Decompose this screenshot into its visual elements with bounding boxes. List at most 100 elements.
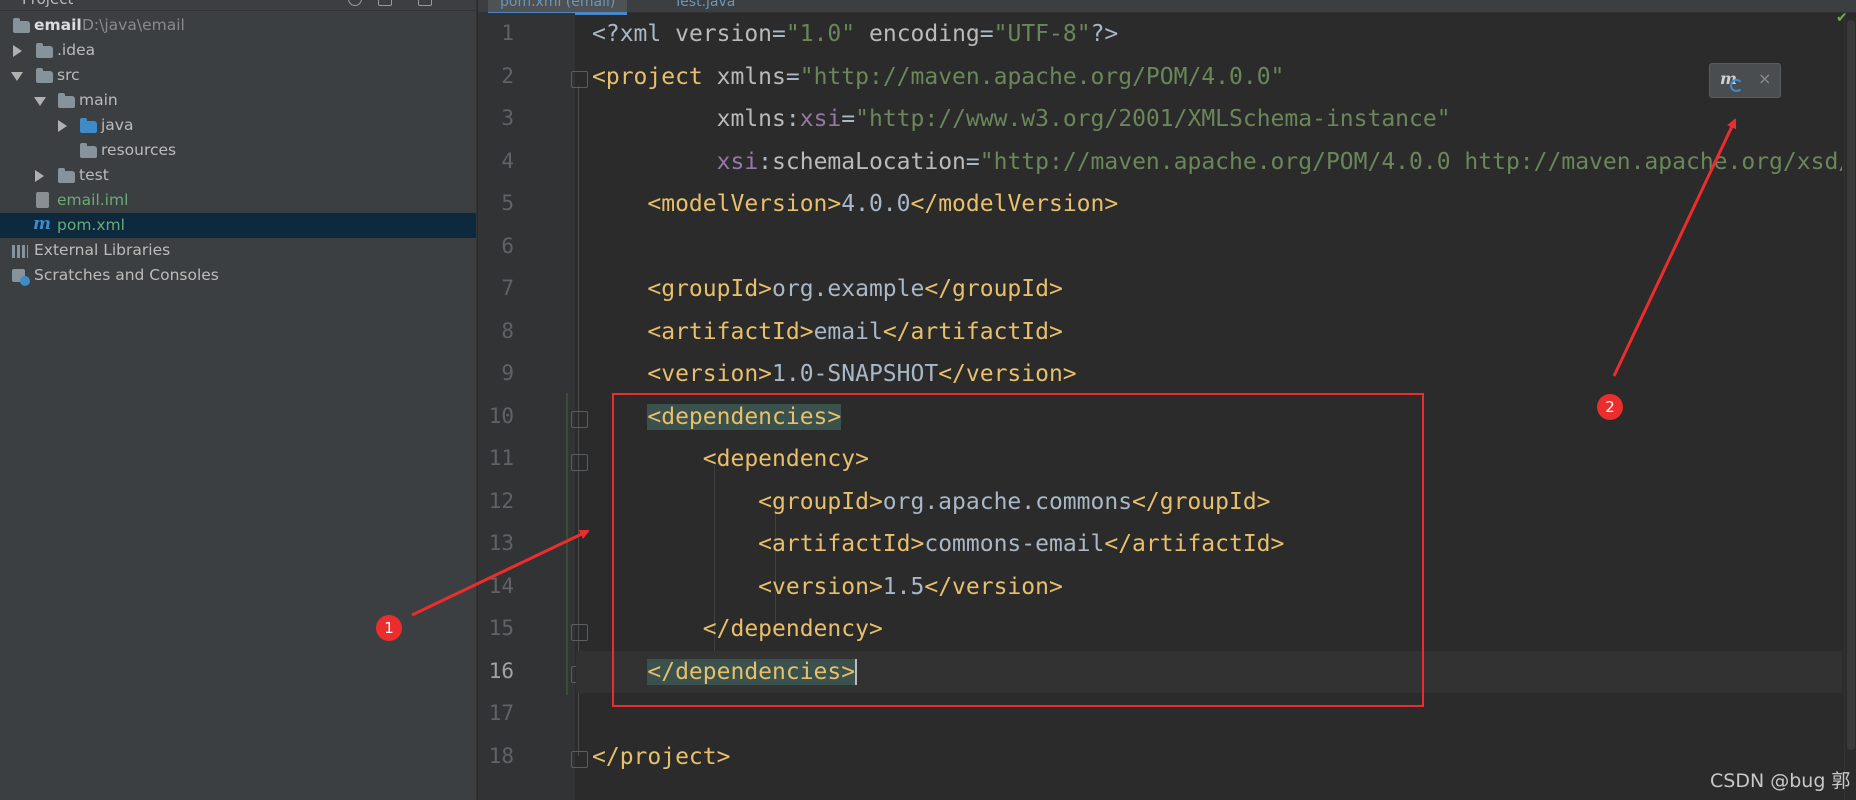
line-number: 7 [501, 276, 514, 300]
settings-icon[interactable] [418, 0, 432, 6]
code-token: email [813, 318, 883, 345]
collapse-arrow-icon[interactable] [34, 97, 46, 106]
line-number: 12 [488, 488, 514, 513]
code-token: <project [592, 63, 717, 90]
code-token: = [979, 21, 994, 47]
code-token: 4.0.0 [841, 191, 911, 217]
line-number: 8 [501, 318, 514, 343]
expand-arrow-icon[interactable] [58, 120, 67, 132]
folder-icon [58, 168, 75, 183]
line-number: 11 [488, 446, 514, 470]
tree-item-external-libraries[interactable]: External Libraries [0, 238, 476, 263]
code-line[interactable]: <version>1.0-SNAPSHOT</version> [576, 353, 1842, 395]
tree-item-email-module[interactable]: email D:\java\email [0, 13, 476, 38]
inspection-ok-icon[interactable]: ✔ [1836, 10, 1848, 26]
code-line[interactable] [576, 226, 1842, 268]
code-token: xmlns [716, 106, 786, 132]
maven-file-icon: m [33, 214, 51, 234]
maven-reload-icon[interactable]: m [1720, 69, 1743, 92]
code-line[interactable]: xsi:schemaLocation="http://maven.apache.… [576, 141, 1842, 183]
watermark: CSDN @bug 郭 [1710, 770, 1851, 792]
project-panel-title: Project [22, 0, 73, 8]
code-token: "http://maven.apache.org/POM/4.0.0 http:… [979, 148, 1842, 175]
expand-arrow-icon[interactable] [13, 45, 22, 57]
line-number: 5 [501, 191, 514, 215]
code-token: <?xml [592, 21, 676, 47]
tab-label: Test.java [674, 0, 736, 10]
code-token: 1.0-SNAPSHOT [772, 361, 939, 387]
tree-item-pom-xml[interactable]: m pom.xml [0, 213, 476, 238]
code-token: xsi [799, 106, 842, 132]
code-token: </version> [938, 361, 1077, 387]
tree-item-idea[interactable]: .idea [0, 38, 476, 63]
line-number: 13 [488, 531, 514, 555]
tree-item-java[interactable]: java [0, 113, 476, 138]
code-token: "http://maven.apache.org/POM/4.0.0" [799, 63, 1285, 90]
collapse-arrow-icon[interactable] [11, 72, 23, 81]
annotation-badge-1: 1 [376, 615, 402, 641]
iml-file-icon [36, 192, 49, 208]
code-token: <modelVersion> [647, 191, 842, 217]
code-token: : [785, 106, 800, 132]
code-token: = [841, 106, 856, 132]
editor-tab-bar: pom.xml (email) Test.java [478, 0, 1856, 15]
clock-icon [20, 276, 30, 286]
project-panel-header: Project [0, 0, 476, 11]
expand-arrow-icon[interactable] [35, 170, 44, 182]
code-token: = [772, 21, 786, 47]
code-token: </modelVersion> [910, 191, 1119, 217]
tree-item-label: pom.xml [57, 216, 125, 234]
scrollbar-thumb[interactable] [1847, 20, 1855, 750]
tree-item-src[interactable]: src [0, 63, 476, 88]
code-token: encoding [869, 21, 980, 47]
tree-item-label: resources [101, 141, 177, 159]
tree-item-resources[interactable]: resources [0, 138, 476, 163]
code-line[interactable]: <groupId>org.example</groupId> [576, 268, 1842, 310]
resources-folder-icon [80, 143, 97, 158]
line-number: 10 [488, 403, 514, 428]
code-line[interactable]: <?xml version="1.0" encoding="UTF-8"?> [576, 13, 1842, 55]
annotation-highlight-box [612, 393, 1424, 707]
code-line[interactable]: <artifactId>email</artifactId> [576, 311, 1842, 353]
code-line[interactable]: </project> [576, 736, 1842, 778]
tree-item-label: email.iml [57, 191, 129, 209]
module-folder-icon [13, 18, 30, 33]
tree-item-test[interactable]: test [0, 163, 476, 188]
code-line[interactable]: <modelVersion>4.0.0</modelVersion> [576, 183, 1842, 225]
line-number: 17 [488, 701, 514, 725]
code-token: : [758, 148, 773, 175]
line-number: 14 [488, 573, 514, 598]
libraries-icon [12, 245, 28, 258]
tree-item-label: email [34, 16, 82, 34]
line-number: 6 [501, 233, 514, 258]
maven-load-changes-popup[interactable]: m × [1709, 63, 1781, 98]
collapse-icon[interactable] [378, 0, 392, 6]
tree-item-label: main [79, 91, 118, 109]
tab-test-java[interactable]: Test.java [674, 0, 735, 12]
code-token: schemaLocation [772, 148, 966, 175]
vcs-change-marker [566, 393, 568, 695]
code-token: </artifactId> [882, 318, 1063, 345]
tree-item-main[interactable]: main [0, 88, 476, 113]
code-line[interactable]: <project xmlns="http://maven.apache.org/… [576, 56, 1842, 98]
code-token: "1.0" [785, 21, 856, 47]
code-line[interactable]: xmlns:xsi="http://www.w3.org/2001/XMLSch… [576, 98, 1842, 140]
code-token: version [675, 21, 773, 47]
line-number: 3 [501, 106, 514, 130]
project-panel: Project email D:\java\email .idea src ma… [0, 0, 477, 800]
code-token: = [965, 148, 980, 175]
tree-item-scratches[interactable]: Scratches and Consoles [0, 263, 476, 288]
tree-item-label: Scratches and Consoles [34, 266, 219, 284]
close-icon[interactable]: × [1758, 69, 1771, 88]
tree-item-label: test [79, 166, 109, 184]
code-token: <groupId> [647, 276, 773, 302]
line-number: 18 [488, 743, 514, 768]
tree-item-email-iml[interactable]: email.iml [0, 188, 476, 213]
locate-icon[interactable] [348, 0, 362, 6]
code-token: <version> [647, 361, 773, 387]
line-number: 15 [488, 616, 514, 640]
code-token: xmlns [716, 63, 786, 90]
